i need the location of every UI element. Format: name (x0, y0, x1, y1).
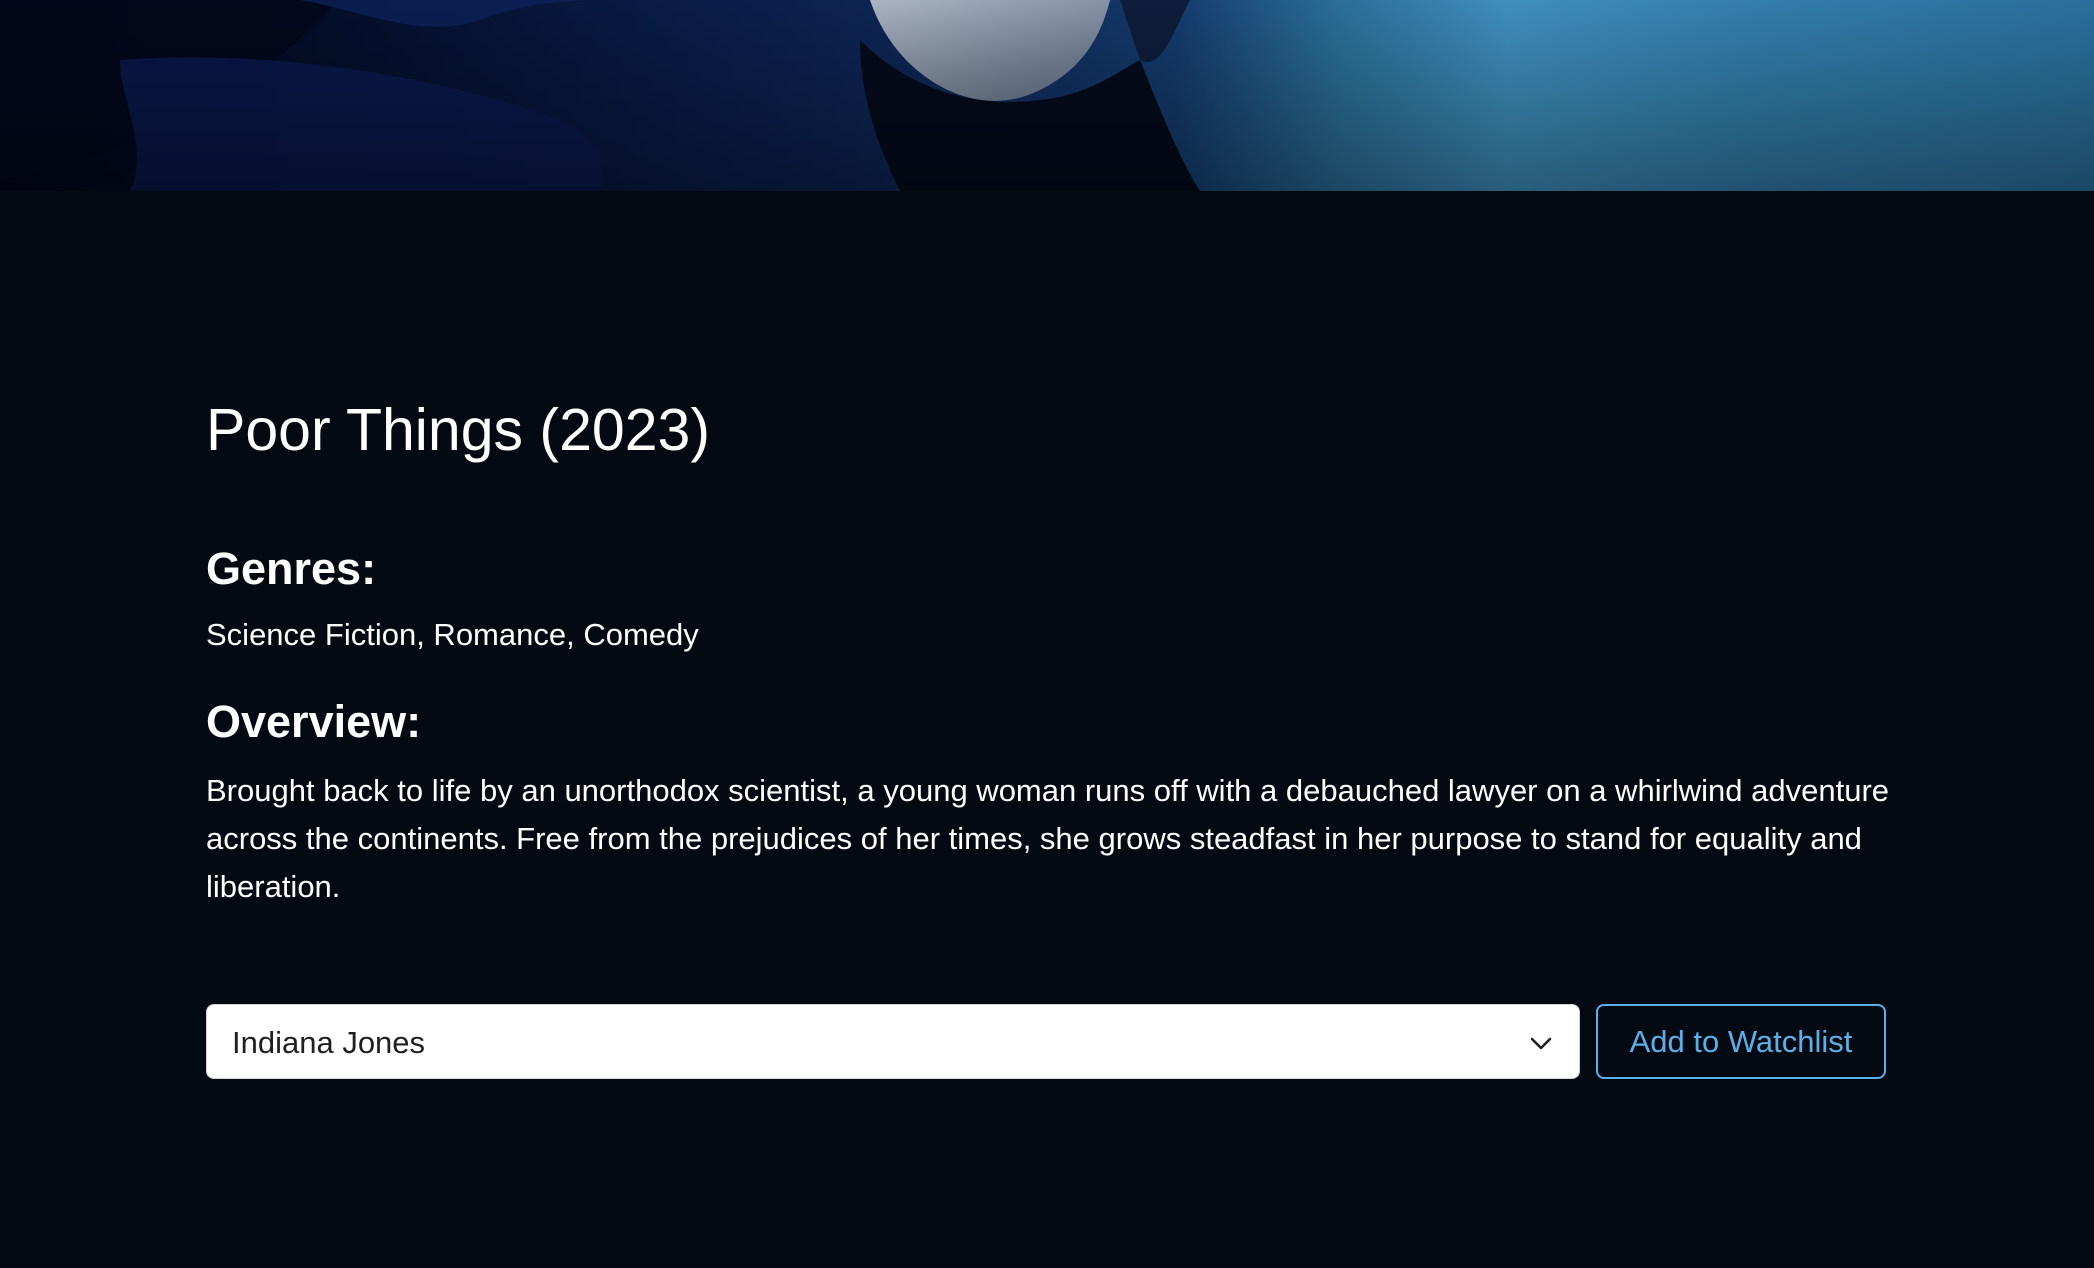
watchlist-controls: Indiana Jones Add to Watchlist (206, 1004, 1886, 1079)
movie-title: Poor Things (2023) (206, 397, 710, 463)
add-to-watchlist-button[interactable]: Add to Watchlist (1596, 1004, 1886, 1079)
overview-heading: Overview: (206, 696, 422, 747)
backdrop-image (0, 0, 2094, 191)
overview-text: Brought back to life by an unorthodox sc… (206, 773, 1890, 904)
backdrop-artwork (0, 0, 2094, 191)
genres-heading: Genres: (206, 543, 377, 594)
genres-list: Science Fiction, Romance, Comedy (206, 617, 699, 652)
watchlist-select-value: Indiana Jones (232, 1025, 426, 1060)
movie-detail-page: Poor Things (2023) Genres: Science Ficti… (0, 0, 2094, 1268)
watchlist-select[interactable]: Indiana Jones (206, 1004, 1580, 1079)
chevron-down-icon (1530, 1037, 1552, 1050)
